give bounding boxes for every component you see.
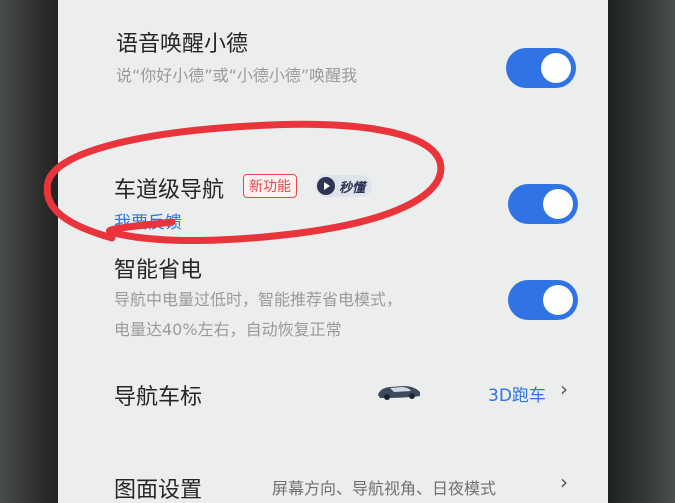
video-explainer-badge[interactable]: 秒懂 [315,175,373,197]
nav-icon-title: 导航车标 [114,385,203,410]
toggle-knob [543,189,573,219]
lane-nav-title: 车道级导航 [114,178,225,203]
chevron-right-icon: › [560,377,568,401]
nav-icon-value: 3D跑车 [488,386,546,406]
display-value: 屏幕方向、导航视角、日夜模式 [272,479,497,498]
display-title: 图面设置 [114,478,203,503]
voice-wake-toggle[interactable] [506,48,576,88]
settings-screen: 语音唤醒小德 说“你好小德”或“小德小德”唤醒我 车道级导航 新功能 秒懂 我要… [58,0,608,503]
toggle-knob [543,285,573,315]
new-feature-badge: 新功能 [243,174,297,198]
play-icon [317,177,335,195]
video-badge-label: 秒懂 [339,180,366,196]
voice-wake-title: 语音唤醒小德 [116,32,249,57]
lane-nav-toggle[interactable] [508,184,578,224]
setting-row-voice-wake: 语音唤醒小德 说“你好小德”或“小德小德”唤醒我 [58,0,608,110]
setting-row-power-save: 智能省电 导航中电量过低时，智能推荐省电模式， 电量达40%左右，自动恢复正常 [58,245,608,350]
feedback-link[interactable]: 我要反馈 [114,208,182,233]
setting-row-lane-nav: 车道级导航 新功能 秒懂 我要反馈 [58,160,608,240]
setting-row-display[interactable]: 图面设置 屏幕方向、导航视角、日夜模式 › [58,462,608,503]
setting-row-nav-icon[interactable]: 导航车标 3D跑车 › [58,365,608,425]
power-save-desc-line1: 导航中电量过低时，智能推荐省电模式， [114,290,403,309]
sports-car-icon [378,386,420,400]
power-save-title: 智能省电 [114,258,203,283]
chevron-right-icon: › [560,470,568,494]
phone-edge [600,0,675,503]
toggle-knob [541,53,571,83]
power-save-desc-line2: 电量达40%左右，自动恢复正常 [114,320,342,339]
voice-wake-desc: 说“你好小德”或“小德小德”唤醒我 [116,66,358,85]
power-save-toggle[interactable] [508,280,578,320]
